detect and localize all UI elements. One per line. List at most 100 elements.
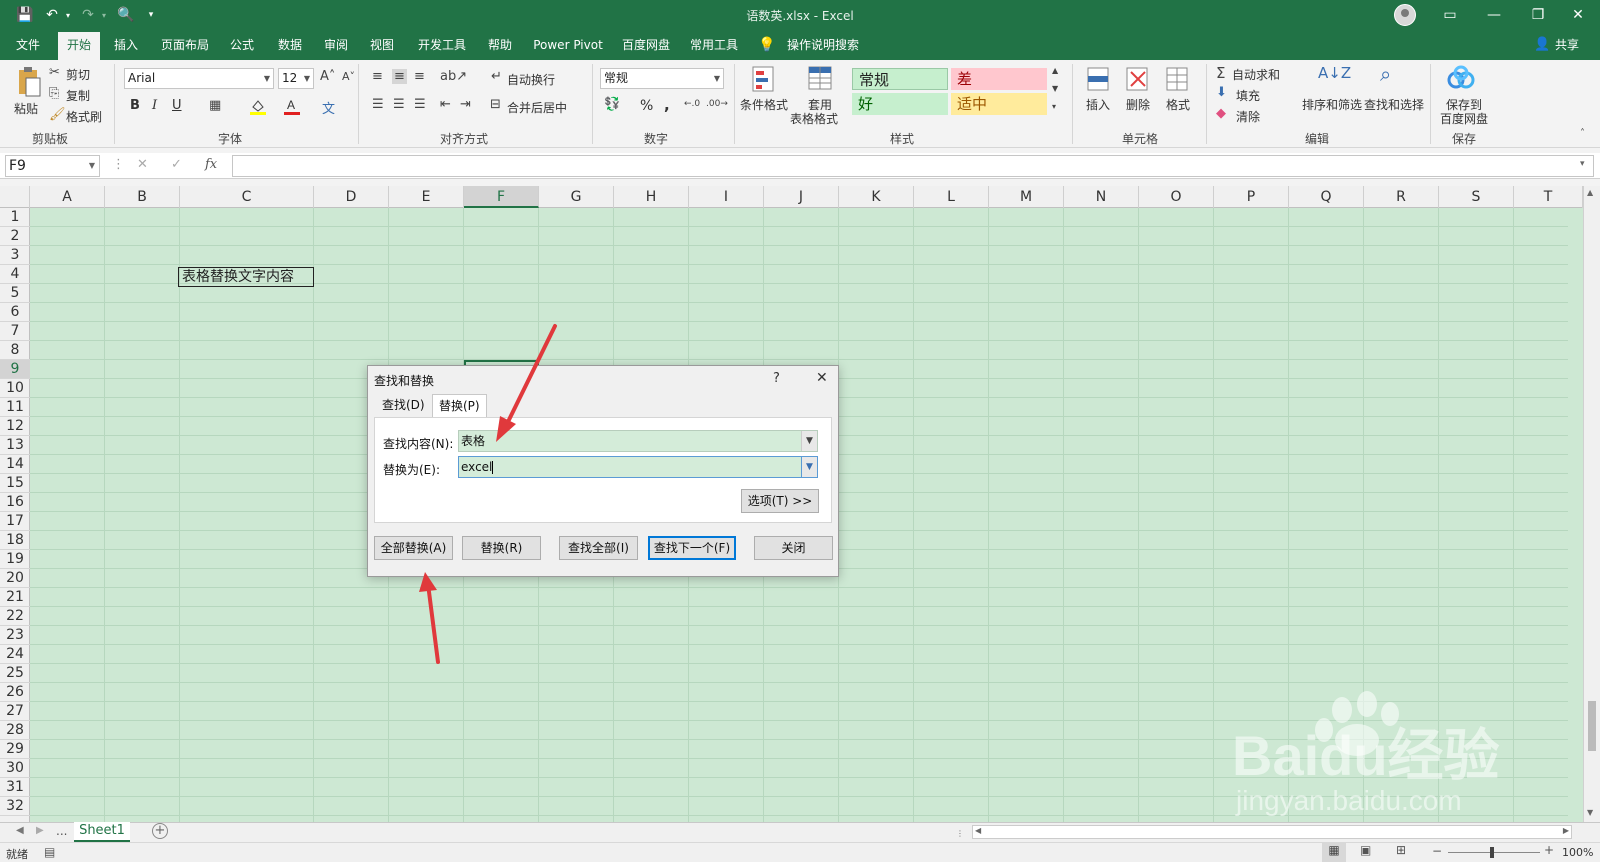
styles-scroll-up-icon[interactable]: ▲ [1052,66,1058,75]
row-header-32[interactable]: 32 [0,797,30,816]
increase-indent-icon[interactable]: ⇥ [460,97,471,112]
row-header-7[interactable]: 7 [0,322,30,341]
row-header-3[interactable]: 3 [0,246,30,265]
column-header-f[interactable]: F [464,186,539,208]
replace-all-button[interactable]: 全部替换(A) [374,536,453,560]
row-header-28[interactable]: 28 [0,721,30,740]
italic-button[interactable]: I [152,98,157,113]
tab-replace[interactable]: 替换(P) [432,394,487,418]
save-to-netdisk-label-2[interactable]: 百度网盘 [1440,110,1488,127]
row-header-8[interactable]: 8 [0,341,30,360]
tab-page-layout[interactable]: 页面布局 [158,30,212,60]
underline-button[interactable]: U [172,98,182,113]
styles-scroll-down-icon[interactable]: ▼ [1052,84,1058,93]
styles-more-icon[interactable]: ▾ [1052,102,1056,111]
sheet-next-icon[interactable]: ▶ [36,825,44,836]
tab-baidu-netdisk[interactable]: 百度网盘 [618,30,674,60]
bold-button[interactable]: B [130,98,140,113]
row-header-23[interactable]: 23 [0,626,30,645]
column-header-j[interactable]: J [764,186,839,208]
column-header-n[interactable]: N [1064,186,1139,208]
align-center-icon[interactable]: ☰ [393,97,405,112]
column-header-c[interactable]: C [180,186,314,208]
column-header-r[interactable]: R [1364,186,1439,208]
page-break-view-icon[interactable]: ⊞ [1396,843,1406,857]
fill-color-icon[interactable] [249,97,267,119]
close-window-icon[interactable]: ✕ [1556,0,1600,30]
row-header-25[interactable]: 25 [0,664,30,683]
tab-find[interactable]: 查找(D) [376,394,431,418]
sheet-tab-sheet1[interactable]: Sheet1 [74,822,130,842]
column-header-m[interactable]: M [989,186,1064,208]
column-header-q[interactable]: Q [1289,186,1364,208]
increase-decimal-icon[interactable]: ←.0 [684,99,700,109]
align-middle-icon[interactable]: ≡ [392,69,407,84]
row-header-26[interactable]: 26 [0,683,30,702]
row-header-17[interactable]: 17 [0,512,30,531]
phonetic-icon[interactable]: 文 [322,98,335,117]
row-header-20[interactable]: 20 [0,569,30,588]
autosum-button[interactable]: 自动求和 [1232,66,1280,83]
sheet-more[interactable]: ... [56,824,67,838]
name-box[interactable]: F9 ▼ [5,155,100,177]
delete-cells-button[interactable]: 删除 [1126,96,1150,113]
row-header-11[interactable]: 11 [0,398,30,417]
row-header-4[interactable]: 4 [0,265,30,284]
user-avatar[interactable] [1394,4,1416,26]
clear-icon[interactable]: ◆ [1216,106,1226,121]
scroll-left-icon[interactable]: ◀ [975,826,981,835]
row-header-31[interactable]: 31 [0,778,30,797]
table-format-icon[interactable] [806,64,836,96]
tab-view[interactable]: 视图 [364,30,400,60]
insert-function-icon[interactable]: fx [205,157,217,172]
cell-c4[interactable]: 表格替换文字内容 [178,267,314,287]
zoom-slider[interactable] [1448,852,1540,853]
row-header-30[interactable]: 30 [0,759,30,778]
dialog-help-button[interactable]: ? [773,371,780,386]
align-bottom-icon[interactable]: ≡ [414,69,425,84]
merge-center-icon[interactable]: ⊟ [490,97,501,112]
find-select-icon[interactable]: ⌕ [1380,62,1391,86]
wrap-text-icon[interactable]: ↵ [491,69,502,84]
find-history-dropdown-icon[interactable]: ▼ [801,431,817,451]
row-header-18[interactable]: 18 [0,531,30,550]
column-header-o[interactable]: O [1139,186,1214,208]
copy-button[interactable]: 复制 [66,87,90,104]
column-header-g[interactable]: G [539,186,614,208]
options-button[interactable]: 选项(T) >> [741,489,819,513]
zoom-out-icon[interactable]: − [1432,844,1442,858]
macro-record-icon[interactable]: ▤ [44,845,55,859]
column-header-b[interactable]: B [105,186,180,208]
delete-cells-icon[interactable] [1123,64,1151,97]
decrease-decimal-icon[interactable]: .00→ [706,99,728,109]
style-neutral[interactable]: 适中 [951,93,1047,115]
format-cells-button[interactable]: 格式 [1166,96,1190,113]
row-header-1[interactable]: 1 [0,208,30,227]
row-header-27[interactable]: 27 [0,702,30,721]
column-header-p[interactable]: P [1214,186,1289,208]
cancel-entry-icon[interactable]: ✕ [137,157,148,172]
decrease-font-icon[interactable]: A˅ [342,70,355,83]
replace-history-dropdown-icon[interactable]: ▼ [801,457,817,477]
insert-cells-button[interactable]: 插入 [1086,96,1110,113]
select-all-corner[interactable] [0,186,30,208]
row-header-6[interactable]: 6 [0,303,30,322]
copy-icon[interactable]: ⎘ [49,86,59,101]
sort-filter-button[interactable]: 排序和筛选 [1302,96,1362,113]
sheet-prev-icon[interactable]: ◀ [16,825,24,836]
scroll-down-icon[interactable]: ▼ [1587,808,1593,817]
cut-icon[interactable]: ✂ [49,65,60,80]
font-name-select[interactable]: Arial ▼ [124,68,274,89]
fill-icon[interactable]: ⬇ [1216,85,1227,100]
add-sheet-icon[interactable]: + [152,823,168,839]
conditional-format-button[interactable]: 条件格式 [740,96,788,113]
row-header-14[interactable]: 14 [0,455,30,474]
autosum-icon[interactable]: Σ [1216,64,1225,82]
tab-review[interactable]: 审阅 [318,30,354,60]
replace-button[interactable]: 替换(R) [462,536,541,560]
share-button[interactable]: 共享 [1552,30,1582,60]
decrease-indent-icon[interactable]: ⇤ [440,97,451,112]
vertical-scroll-thumb[interactable] [1588,701,1596,751]
close-button[interactable]: 关闭 [754,536,833,560]
scroll-right-icon[interactable]: ▶ [1563,826,1569,835]
